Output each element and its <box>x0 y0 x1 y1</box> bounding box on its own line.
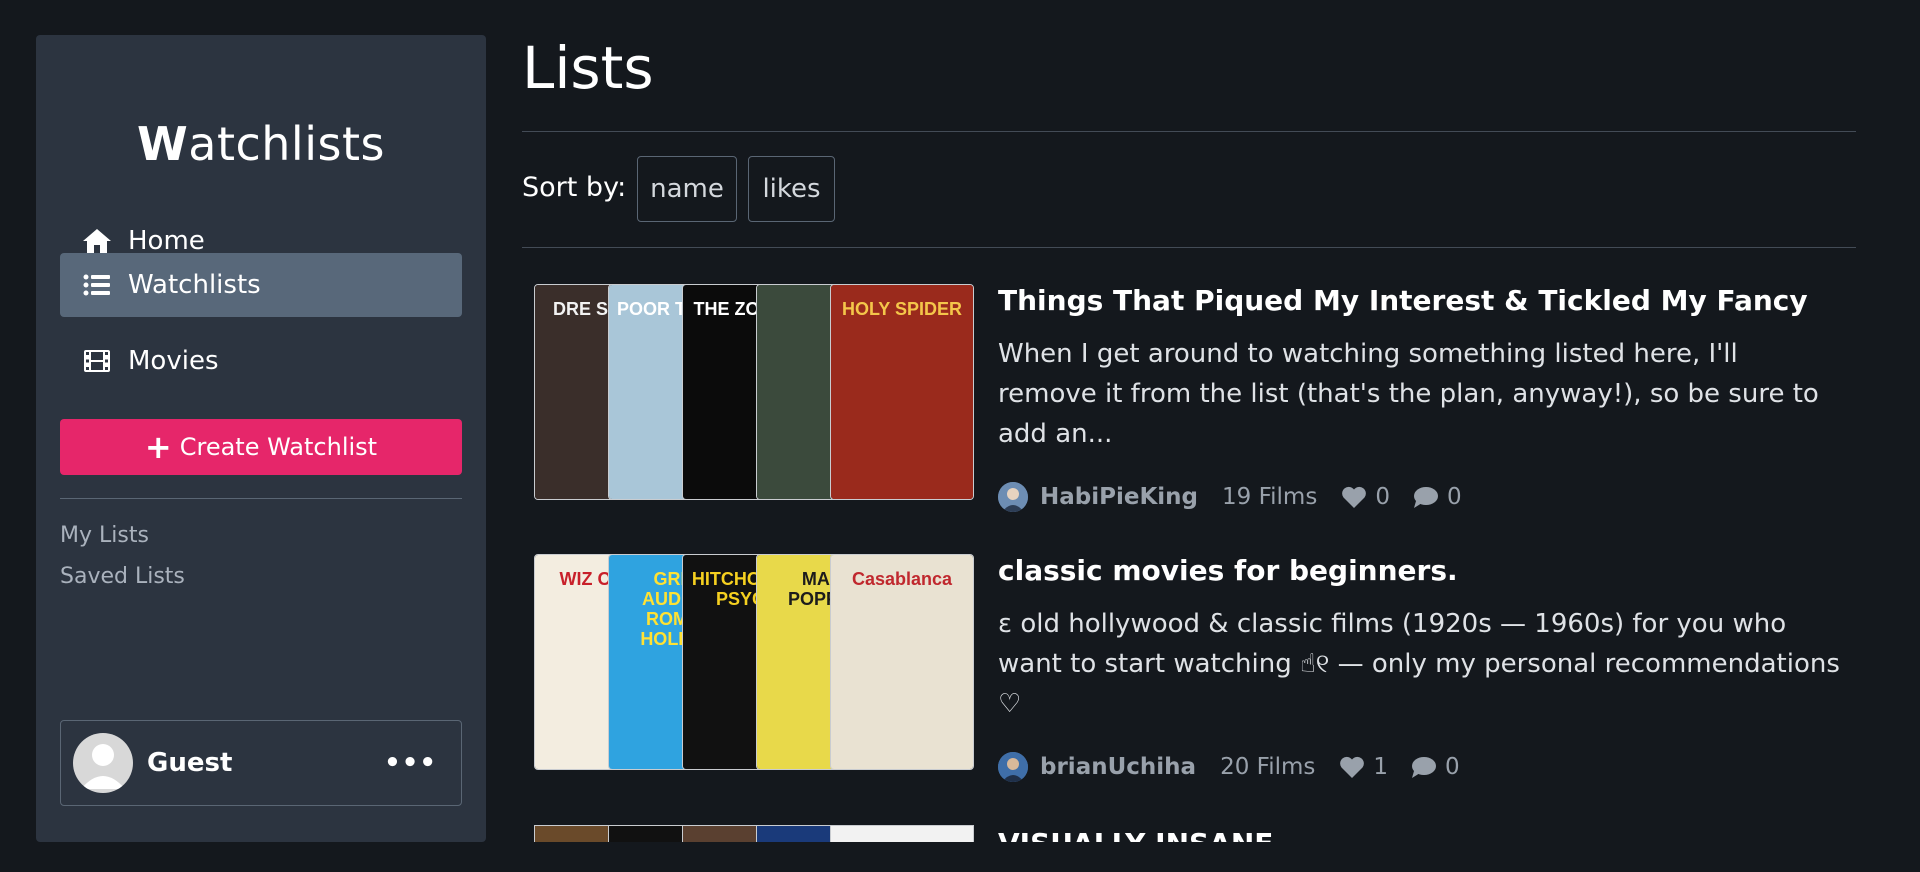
likes-stat[interactable]: 0 <box>1341 484 1390 510</box>
sort-label: Sort by: <box>522 172 627 203</box>
comments-stat[interactable]: 0 <box>1410 754 1460 780</box>
list-owner[interactable]: brianUchiha <box>1040 754 1196 780</box>
film-count: 19 Films <box>1222 484 1318 510</box>
plus-icon: + <box>144 428 172 466</box>
comment-icon <box>1413 486 1438 508</box>
list-meta: HabiPieKing 19 Films 0 0 <box>998 482 1484 512</box>
nav-watchlists-label: Watchlists <box>128 270 261 300</box>
bottom-edge <box>486 842 1920 872</box>
list-title[interactable]: Things That Piqued My Interest & Tickled… <box>998 284 1808 317</box>
avatar[interactable] <box>998 482 1028 512</box>
create-watchlist-label: Create Watchlist <box>179 433 378 461</box>
avatar <box>73 733 133 793</box>
page-title: Lists <box>522 34 654 102</box>
poster: HOLY SPIDER <box>830 284 974 500</box>
likes-count: 1 <box>1373 754 1389 780</box>
poster-art: HOLY SPIDER <box>831 285 973 499</box>
comments-count: 0 <box>1445 754 1460 780</box>
list-owner[interactable]: HabiPieKing <box>1040 484 1198 510</box>
user-card[interactable]: Guest ••• <box>60 720 462 806</box>
nav-watchlists[interactable]: Watchlists <box>60 253 462 317</box>
list-icon <box>82 270 112 300</box>
user-name: Guest <box>147 748 233 778</box>
poster-stack <box>534 825 974 842</box>
heart-icon <box>1340 756 1365 778</box>
list-title[interactable]: classic movies for beginners. <box>998 554 1458 587</box>
poster: Casablanca <box>830 554 974 770</box>
brand-logo[interactable]: Watchlists <box>36 117 486 171</box>
list-item[interactable]: WIZ OF OZ GREG AUDREY ROMAN HOLIDAY HITC… <box>534 554 1854 782</box>
list-meta: brianUchiha 20 Films 1 0 <box>998 752 1482 782</box>
list-title[interactable]: VISUALLY INSANE <box>998 827 1273 842</box>
film-icon <box>82 346 112 376</box>
list-description: When I get around to watching something … <box>998 339 1819 449</box>
sort-divider <box>522 247 1856 248</box>
sidebar: Watchlists Home Watchlists Movies + Crea… <box>36 35 486 842</box>
comments-stat[interactable]: 0 <box>1412 484 1462 510</box>
likes-stat[interactable]: 1 <box>1339 754 1388 780</box>
list-item[interactable]: DRE SCENA POOR THINGS THE ZONE OF HOLY S… <box>534 284 1854 512</box>
poster-stack[interactable]: DRE SCENA POOR THINGS THE ZONE OF HOLY S… <box>534 284 974 500</box>
film-count: 20 Films <box>1220 754 1316 780</box>
list-description: ɛ old hollywood & classic films (1920s —… <box>998 609 1840 719</box>
comments-count: 0 <box>1446 484 1462 510</box>
create-watchlist-button[interactable]: + Create Watchlist <box>60 419 462 475</box>
more-options-icon[interactable]: ••• <box>384 748 437 778</box>
comment-icon <box>1412 756 1437 778</box>
heart-icon <box>1342 486 1367 508</box>
poster-art: Casablanca <box>831 555 973 769</box>
my-lists-link[interactable]: My Lists <box>60 523 149 548</box>
sort-likes-button[interactable]: likes <box>748 156 835 222</box>
nav-movies-label: Movies <box>128 346 219 376</box>
poster-stack[interactable]: WIZ OF OZ GREG AUDREY ROMAN HOLIDAY HITC… <box>534 554 974 770</box>
nav-home-label: Home <box>128 226 205 256</box>
saved-lists-link[interactable]: Saved Lists <box>60 564 185 589</box>
sidebar-divider <box>60 498 462 499</box>
home-icon <box>82 226 112 256</box>
avatar[interactable] <box>998 752 1028 782</box>
title-divider <box>522 131 1856 132</box>
list-item-partial[interactable]: VISUALLY INSANE <box>534 825 1854 842</box>
sort-name-button[interactable]: name <box>637 156 737 222</box>
nav-movies[interactable]: Movies <box>60 329 462 393</box>
likes-count: 0 <box>1375 484 1390 510</box>
